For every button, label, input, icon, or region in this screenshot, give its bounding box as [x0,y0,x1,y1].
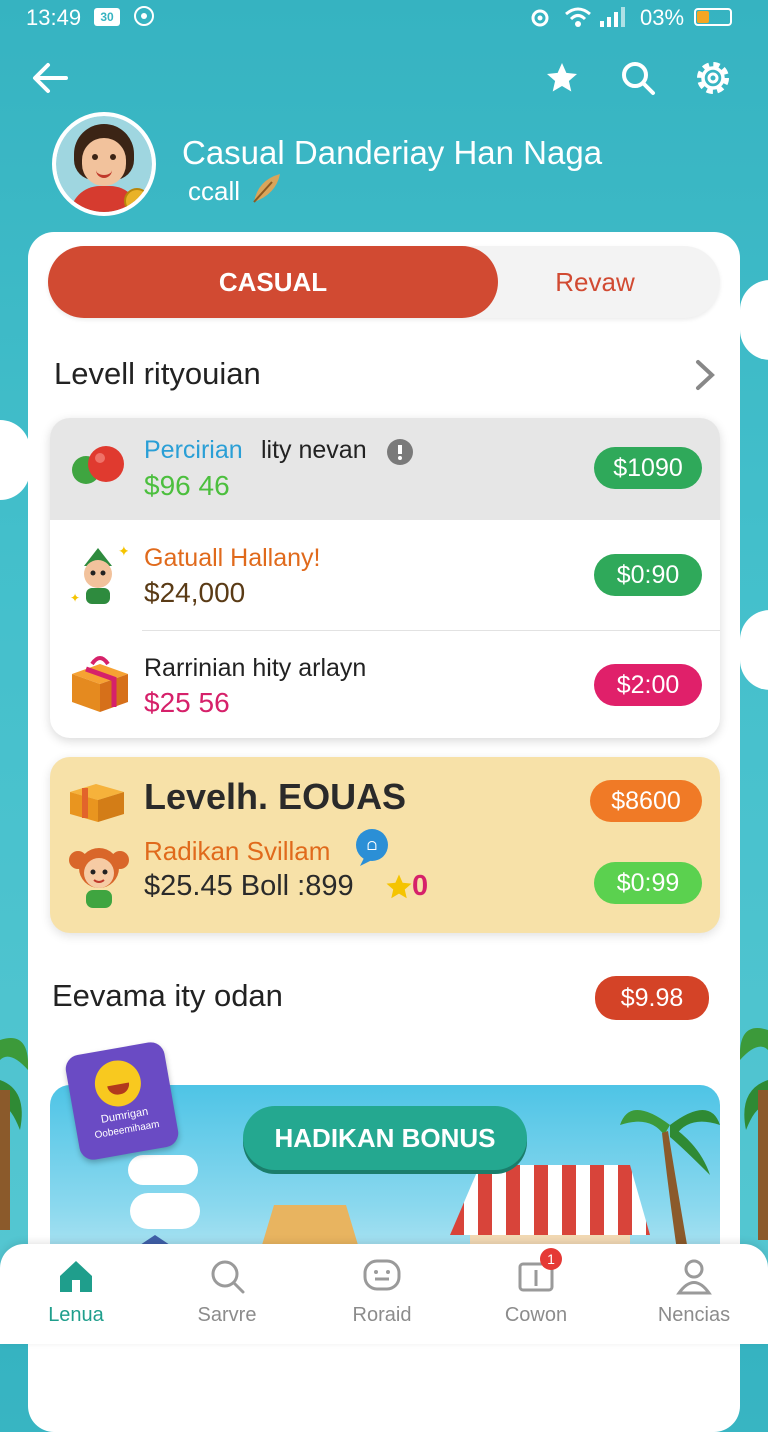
settings-status-icon [531,9,549,27]
featured-sub-amount: $25.45 Boll :899 [144,870,354,902]
price-button[interactable]: $1090 [594,447,702,489]
star-badge-icon [386,874,412,899]
divider [142,630,720,631]
sync-icon [134,6,154,26]
item-name-rest: lity nevan [261,436,367,464]
box-icon [70,784,124,822]
search-icon[interactable] [618,58,658,98]
chevron-right-icon[interactable] [690,356,720,394]
price-button[interactable]: $2:00 [594,664,702,706]
nav-label: Nencias [657,1304,731,1326]
notification-badge-icon: 30 [94,8,120,26]
gear-icon[interactable] [692,57,734,99]
status-bar: 13:49 30 03% [0,0,768,36]
palm-tree-left [0,1038,29,1230]
section-title: Levell rityouian [54,356,261,391]
battery-icon [694,8,732,26]
coupon-badge: 1 [540,1248,562,1270]
home-icon [60,1261,92,1292]
item-amount: $24,000 [144,577,246,608]
laughing-emoji-icon [91,1056,145,1111]
featured-sub-tail: 0 [412,870,429,902]
nav-label: Sarvre [197,1304,257,1326]
featured-sub-price-button[interactable]: $0:99 [594,862,702,904]
emoji-sticker[interactable]: Dumrigan Oobeemihaam [63,1040,181,1162]
bonus-button[interactable]: HADIKAN BONUS [243,1106,527,1170]
back-arrow-icon[interactable] [30,60,70,96]
cloud-decoration [740,280,768,360]
svg-text:✦: ✦ [70,591,80,605]
section-title: Eevama ity odan [52,978,283,1013]
profile-subtitle: ccall [188,176,241,206]
nav-label: Roraid [352,1304,412,1326]
status-time: 13:49 [26,5,82,30]
tab-revaw[interactable]: Revaw [500,246,690,318]
girl-character-icon [69,848,129,908]
search-icon [211,1260,245,1294]
item-name: Gatuall Hallany! [144,544,321,572]
berries-icon [72,446,124,484]
signal-icon [600,7,625,27]
tab-casual[interactable]: CASUAL [48,246,498,318]
leaf-icon [253,174,280,203]
star-icon[interactable] [544,60,580,96]
svg-text:✦: ✦ [118,544,128,559]
svg-text:ᗝ: ᗝ [367,839,377,853]
chat-bubble-icon: ᗝ [356,829,388,866]
profile-title: Casual Danderiay Han Naga [182,134,603,171]
price-button[interactable]: $0:90 [594,554,702,596]
item-amount: $96 46 [144,470,230,501]
cloud-decoration [0,420,30,500]
nav-label: Lenua [48,1304,104,1326]
palm-tree-right [739,1028,768,1240]
cloud-decoration [740,610,768,690]
avatar[interactable] [52,112,156,216]
cloud-decoration [128,1155,198,1185]
featured-title: Levelh. EOUAS [144,776,407,817]
gift-box-icon [72,656,128,712]
cloud-decoration [130,1193,200,1229]
featured-sub-name: Radikan Svillam [144,836,331,866]
elf-character-icon: ✦✦ [70,544,128,605]
wifi-icon [565,7,591,27]
featured-price-button[interactable]: $8600 [590,780,702,822]
chat-icon [363,1259,401,1291]
profile-icon [676,1259,712,1295]
section-price-button[interactable]: $9.98 [595,976,709,1020]
item-amount: $25 56 [144,687,230,718]
nav-label: Cowon [504,1304,568,1326]
item-name: Rarrinian hity arlayn [144,654,367,682]
battery-percent: 03% [640,5,685,30]
info-icon[interactable] [386,438,414,466]
item-name: Percirian [144,436,243,464]
